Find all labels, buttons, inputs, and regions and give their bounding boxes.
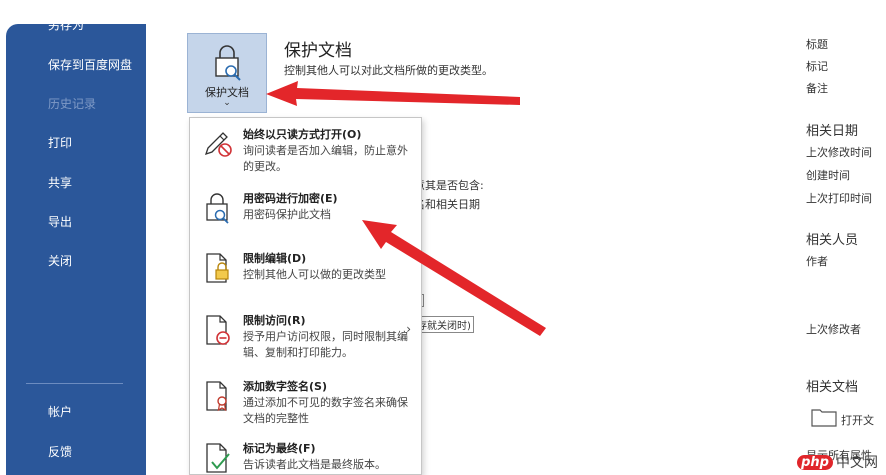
doc-restrict-icon [206, 315, 230, 345]
menu-item-title: 限制编辑(D) [243, 252, 307, 265]
protect-document-button[interactable]: 保护文档 ⌄ [187, 33, 267, 113]
doc-signature-icon [206, 381, 227, 412]
menu-item-desc: 用密码保护此文档 [243, 208, 331, 221]
watermark-badge: php [797, 454, 833, 470]
sidebar-item-save-as[interactable]: 另存为 [48, 24, 84, 33]
property-author: 作者 [806, 255, 828, 268]
menu-item-title: 限制访问(R) [243, 314, 306, 327]
related-people-heading: 相关人员 [806, 233, 859, 248]
lock-search-icon [215, 45, 241, 81]
protect-title: 保护文档 [284, 41, 352, 61]
menu-item-title: 用密码进行加密(E) [243, 192, 338, 205]
inspect-text-1: 意其是否包含: [414, 179, 484, 192]
property-last-modified: 上次修改时间 [806, 146, 872, 159]
menu-item-restrict-access[interactable]: 限制访问(R) 授予用户访问权限，同时限制其编辑、复制和打印能力。 › [190, 308, 421, 372]
menu-item-title: 标记为最终(F) [243, 442, 316, 455]
sidebar-item-account[interactable]: 帐户 [48, 403, 72, 420]
menu-item-desc: 控制其他人可以做的更改类型 [243, 268, 386, 281]
property-comments[interactable]: 备注 [806, 80, 828, 96]
sidebar-divider [26, 383, 123, 384]
menu-item-read-only[interactable]: 始终以只读方式打开(O) 询问读者是否加入编辑，防止意外的更改。 [190, 122, 421, 184]
info-main-area: 保护文档 ⌄ 保护文档 控制其他人可以对此文档所做的更改类型。 意其是否包含: … [146, 24, 880, 475]
property-last-modified-by: 上次修改者 [806, 323, 861, 336]
backstage-window: 另存为 保存到百度网盘 历史记录 打印 共享 导出 关闭 帐户 反馈 保护文档 … [6, 24, 880, 475]
property-last-printed: 上次打印时间 [806, 192, 872, 205]
sidebar-item-close[interactable]: 关闭 [48, 252, 72, 269]
menu-item-desc: 通过添加不可见的数字签名来确保文档的完整性 [243, 396, 408, 425]
backstage-sidebar: 另存为 保存到百度网盘 历史记录 打印 共享 导出 关闭 帐户 反馈 [6, 24, 146, 475]
sidebar-item-export[interactable]: 导出 [48, 213, 72, 230]
property-title[interactable]: 标题 [806, 36, 828, 52]
chevron-down-icon: ⌄ [223, 98, 231, 108]
watermark-text: 中文网 [836, 455, 878, 471]
menu-item-title: 添加数字签名(S) [243, 380, 327, 393]
pencil-no-icon [204, 132, 232, 157]
site-watermark: php 中文网 [797, 452, 878, 472]
protect-document-menu: 始终以只读方式打开(O) 询问读者是否加入编辑，防止意外的更改。 用密码进行加密… [189, 117, 422, 475]
folder-icon [811, 409, 837, 427]
sidebar-item-history: 历史记录 [48, 97, 97, 111]
menu-item-digital-signature[interactable]: 添加数字签名(S) 通过添加不可见的数字签名来确保文档的完整性 [190, 374, 421, 436]
related-dates-heading: 相关日期 [806, 124, 859, 139]
open-file-location-link[interactable]: 打开文 [841, 412, 874, 428]
sidebar-item-print[interactable]: 打印 [48, 134, 72, 151]
menu-item-title: 始终以只读方式打开(O) [243, 128, 362, 141]
menu-item-desc: 询问读者是否加入编辑，防止意外的更改。 [243, 144, 408, 173]
doc-final-icon [206, 443, 230, 473]
background-box-2: 存就关闭时) [414, 316, 474, 333]
inspect-text-2: 名和相关日期 [414, 198, 480, 211]
sidebar-item-share[interactable]: 共享 [48, 174, 72, 191]
menu-item-desc: 授予用户访问权限，同时限制其编辑、复制和打印能力。 [243, 330, 408, 359]
chevron-right-icon: › [406, 322, 411, 336]
menu-item-restrict-editing[interactable]: 限制编辑(D) 控制其他人可以做的更改类型 [190, 246, 421, 306]
doc-lock-icon [206, 253, 229, 283]
sidebar-item-feedback[interactable]: 反馈 [48, 443, 72, 460]
property-tags[interactable]: 标记 [806, 58, 828, 74]
sidebar-item-save-to-baidu[interactable]: 保存到百度网盘 [48, 56, 132, 73]
lock-search-icon [206, 193, 229, 224]
property-created: 创建时间 [806, 169, 850, 182]
menu-item-desc: 告诉读者此文档是最终版本。 [243, 458, 386, 471]
protect-description: 控制其他人可以对此文档所做的更改类型。 [284, 64, 493, 77]
menu-item-mark-final[interactable]: 标记为最终(F) 告诉读者此文档是最终版本。 [190, 436, 421, 474]
related-documents-heading: 相关文档 [806, 380, 859, 395]
menu-item-encrypt-password[interactable]: 用密码进行加密(E) 用密码保护此文档 [190, 186, 421, 244]
